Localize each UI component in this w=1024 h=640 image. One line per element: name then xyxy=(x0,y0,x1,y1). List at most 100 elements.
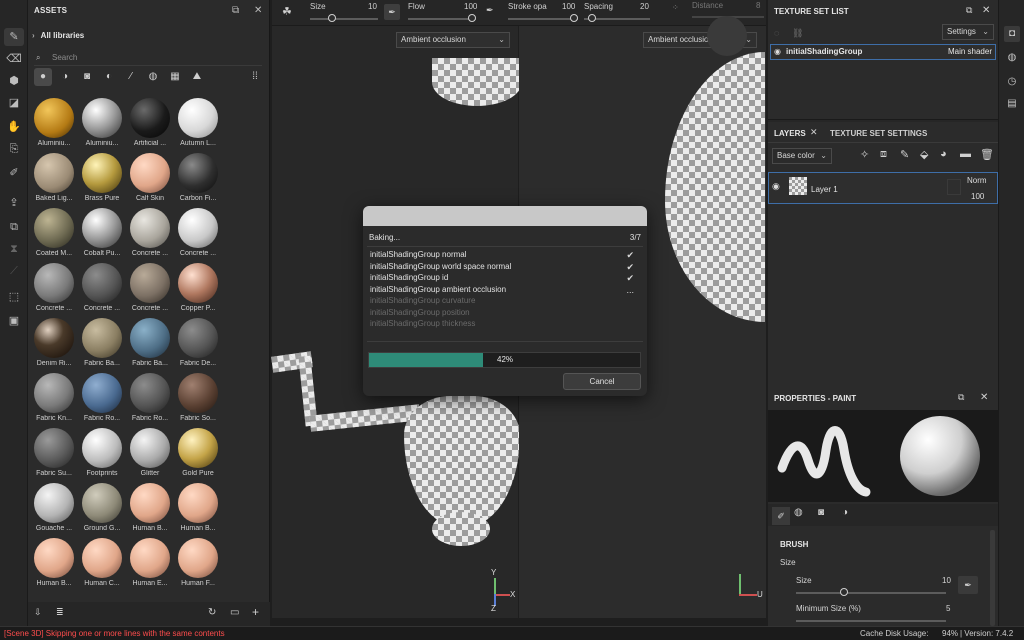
asset-tile[interactable]: Gold Pure xyxy=(174,426,220,481)
add-fill-layer-icon[interactable]: ⬙ xyxy=(920,148,928,161)
add-paint-layer-icon[interactable]: ✎ xyxy=(900,148,909,161)
close-icon[interactable]: ✕ xyxy=(982,5,990,16)
blend-mode[interactable]: Norm xyxy=(967,176,987,185)
dialog-titlebar[interactable] xyxy=(363,206,647,226)
status-message[interactable]: [Scene 3D] Skipping one or more lines wi… xyxy=(4,627,225,640)
lazy-mouse-icon[interactable]: ⁘ xyxy=(672,3,679,12)
geometry-mask-icon[interactable]: ⧉ xyxy=(4,218,24,236)
brush-icon[interactable]: ✎ xyxy=(4,28,24,46)
asset-tile[interactable]: Footprints xyxy=(78,426,124,481)
breadcrumb[interactable]: › All libraries xyxy=(32,28,262,44)
close-icon[interactable]: ✕ xyxy=(810,127,818,138)
asset-tile[interactable]: Glitter xyxy=(126,426,172,481)
tab-texture-set-settings[interactable]: TEXTURE SET SETTINGS xyxy=(830,129,927,138)
brush-size-slider[interactable] xyxy=(796,592,946,594)
asset-tile[interactable]: Fabric Su... xyxy=(30,426,76,481)
size-value[interactable]: 10 xyxy=(368,2,377,11)
asset-tile[interactable]: Concrete ... xyxy=(78,261,124,316)
asset-tile[interactable]: Calf Skin xyxy=(126,151,172,206)
channel-dropdown[interactable]: Base color ⌄ xyxy=(772,148,832,164)
flow-pressure-icon[interactable]: ✒ xyxy=(486,5,494,16)
flow-slider[interactable] xyxy=(408,18,476,20)
asset-tile[interactable]: Carbon Fi... xyxy=(174,151,220,206)
display-icon[interactable]: ⬚ xyxy=(4,288,24,306)
asset-tile[interactable]: Aluminiu... xyxy=(78,96,124,151)
search-input[interactable]: ⌕ Search xyxy=(34,50,262,66)
asset-tile[interactable]: Aluminiu... xyxy=(30,96,76,151)
brush-size-handle[interactable] xyxy=(840,588,848,596)
add-folder-icon[interactable]: ▬ xyxy=(960,148,971,160)
filter-smart-materials-icon[interactable]: ◑ xyxy=(56,68,74,86)
asset-tile[interactable]: Baked Lig... xyxy=(30,151,76,206)
projection-icon[interactable]: ⬢ xyxy=(4,72,24,90)
history-icon[interactable]: ◷ xyxy=(1004,74,1020,90)
render-icon[interactable]: ▣ xyxy=(4,312,24,330)
asset-tile[interactable]: Human B... xyxy=(174,481,220,536)
asset-tile[interactable]: Fabric Ro... xyxy=(78,371,124,426)
asset-tile[interactable]: Copper P... xyxy=(174,261,220,316)
flow-slider-handle[interactable] xyxy=(468,14,476,22)
view-grid-icon[interactable]: ⁞⁞ xyxy=(246,68,264,86)
filter-brushes-icon[interactable]: ⁄ xyxy=(122,68,140,86)
filter-grid-icon[interactable]: ▦ xyxy=(166,68,184,86)
properties-scrollbar[interactable] xyxy=(990,530,995,626)
min-size-slider[interactable] xyxy=(796,620,946,622)
stroke-opacity-handle[interactable] xyxy=(570,14,578,22)
size-slider[interactable] xyxy=(310,18,378,20)
refresh-icon[interactable]: ↻ xyxy=(208,607,216,618)
cancel-button[interactable]: Cancel xyxy=(563,373,641,390)
filter-materials-icon[interactable]: ● xyxy=(34,68,52,86)
texture-set-list-icon[interactable]: ◘ xyxy=(1004,26,1020,42)
asset-tile[interactable]: Human E... xyxy=(126,536,172,591)
asset-tile[interactable]: Fabric Ro... xyxy=(126,371,172,426)
eraser-icon[interactable]: ⌫ xyxy=(4,50,24,68)
asset-tile[interactable]: Human C... xyxy=(78,536,124,591)
add-mask-icon[interactable]: ⧈ xyxy=(880,148,887,161)
color-picker-icon[interactable]: ✐ xyxy=(4,164,24,182)
brush-preset-icon[interactable]: ☘ xyxy=(282,5,292,18)
smudge-icon[interactable]: ✋ xyxy=(4,118,24,136)
min-size-value[interactable]: 5 xyxy=(946,604,950,613)
asset-tile[interactable]: Human B... xyxy=(126,481,172,536)
add-effect-icon[interactable]: ✧ xyxy=(860,148,869,161)
shader-settings-icon[interactable]: ◍ xyxy=(1004,50,1020,66)
stroke-opacity-slider[interactable] xyxy=(508,18,578,20)
asset-tile[interactable]: Artificial ... xyxy=(126,96,172,151)
delete-layer-icon[interactable]: 🗑 xyxy=(980,148,994,161)
layer-mask-slot[interactable] xyxy=(947,179,961,195)
texture-set-row[interactable]: ◉ initialShadingGroup Main shader xyxy=(770,44,996,60)
stencil-tab-icon[interactable]: ◙ xyxy=(818,507,824,518)
asset-tile[interactable]: Fabric Ba... xyxy=(78,316,124,371)
polygon-fill-icon[interactable]: ◪ xyxy=(4,94,24,112)
folder-icon[interactable]: ▭ xyxy=(230,607,239,618)
undock-icon[interactable]: ⧉ xyxy=(966,5,972,16)
viewport-3d-channel-dropdown[interactable]: Ambient occlusion ⌄ xyxy=(396,32,510,48)
brush-tab-icon[interactable]: ✐ xyxy=(772,507,790,525)
asset-tile[interactable]: Gouache ... xyxy=(30,481,76,536)
filter-textures-icon[interactable]: ◍ xyxy=(144,68,162,86)
flow-value[interactable]: 100 xyxy=(464,2,477,11)
close-icon[interactable]: ✕ xyxy=(980,392,988,403)
undock-icon[interactable]: ⧉ xyxy=(958,392,964,403)
asset-tile[interactable]: Fabric So... xyxy=(174,371,220,426)
brush-size-value[interactable]: 10 xyxy=(942,576,951,585)
asset-tile[interactable]: Fabric Kn... xyxy=(30,371,76,426)
filter-environment-icon[interactable]: ⛰ xyxy=(188,68,206,86)
asset-tile[interactable]: Concrete ... xyxy=(174,206,220,261)
stroke-opacity-value[interactable]: 100 xyxy=(562,2,575,11)
add-icon[interactable]: + xyxy=(252,605,259,619)
asset-tile[interactable]: Autumn L... xyxy=(174,96,220,151)
spacing-value[interactable]: 20 xyxy=(640,2,649,11)
asset-tile[interactable]: Concrete ... xyxy=(30,261,76,316)
log-icon[interactable]: ▤ xyxy=(1004,96,1020,112)
eye-icon[interactable]: ◉ xyxy=(774,47,781,56)
undock-icon[interactable]: ⧉ xyxy=(232,0,239,22)
asset-tile[interactable]: Fabric De... xyxy=(174,316,220,371)
filter-list-icon[interactable]: ≣ xyxy=(56,607,64,618)
asset-tile[interactable]: Denim Ri... xyxy=(30,316,76,371)
tab-layers[interactable]: LAYERS xyxy=(774,129,806,138)
filter-masks-icon[interactable]: ◙ xyxy=(78,68,96,86)
asset-tile[interactable]: Cobalt Pu... xyxy=(78,206,124,261)
size-slider-handle[interactable] xyxy=(328,14,336,22)
asset-tile[interactable]: Human F... xyxy=(174,536,220,591)
